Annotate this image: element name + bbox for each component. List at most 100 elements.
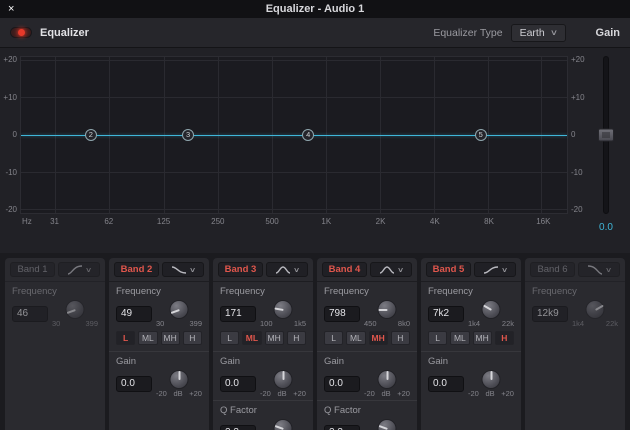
band-4-gain-knob[interactable] (378, 370, 397, 389)
chevron-down-icon: ∨ (501, 266, 508, 274)
band-5-panel: Band 5 ∨ Frequency 7k2 1k4 22k (421, 258, 521, 430)
eq-node-band-5[interactable]: 5 (475, 129, 487, 141)
band-5-enable-button[interactable]: Band 5 (426, 262, 471, 277)
close-icon[interactable]: × (0, 0, 22, 18)
q-factor-label: Q Factor (220, 405, 306, 416)
band-4-gain-value[interactable]: 0.0 (324, 376, 360, 392)
band-5-range-midhigh[interactable]: MH (473, 331, 492, 345)
output-gain-slider[interactable] (603, 56, 609, 214)
band-4-panel: Band 4 ∨ Frequency 798 450 8k0 (317, 258, 417, 430)
band-2-frequency-knob[interactable] (170, 300, 189, 319)
band-3-gain-knob[interactable] (274, 370, 293, 389)
band-1-shape-dropdown[interactable]: ∨ (58, 262, 100, 277)
band-4-frequency-value[interactable]: 798 (324, 306, 360, 322)
band-5-shape-dropdown[interactable]: ∨ (474, 262, 516, 277)
frequency-label: Frequency (12, 286, 98, 297)
band-3-frequency-value[interactable]: 171 (220, 306, 256, 322)
band-panels: Band 1 ∨ Frequency 46 30 399 (0, 253, 630, 430)
bell-icon (379, 265, 395, 275)
band-5-gain-knob[interactable] (482, 370, 501, 389)
eq-graph[interactable]: 2 3 4 5 (20, 56, 568, 214)
band-3-frequency-knob[interactable] (274, 300, 293, 319)
band-3-shape-dropdown[interactable]: ∨ (266, 262, 308, 277)
band-4-range-high[interactable]: H (391, 331, 410, 345)
equalizer-label: Equalizer (40, 27, 89, 39)
band-4-range-low[interactable]: L (324, 331, 343, 345)
frequency-label: Frequency (220, 286, 306, 297)
band-2-frequency-value[interactable]: 49 (116, 306, 152, 322)
band-4-range-midhigh[interactable]: MH (369, 331, 388, 345)
band-3-range-midhigh[interactable]: MH (265, 331, 284, 345)
power-led-icon (18, 29, 25, 36)
band-4-shape-dropdown[interactable]: ∨ (370, 262, 412, 277)
band-6-panel: Band 6 ∨ Frequency 12k9 1k4 22 (525, 258, 625, 430)
band-5-frequency-value[interactable]: 7k2 (428, 306, 464, 322)
chevron-down-icon: ∨ (550, 28, 558, 37)
band-3-q-knob[interactable] (274, 419, 293, 430)
band-1-frequency-knob[interactable] (66, 300, 85, 319)
band-6-enable-button[interactable]: Band 6 (530, 262, 575, 277)
band-5-frequency-knob[interactable] (482, 300, 501, 319)
band-2-panel: Band 2 ∨ Frequency 49 30 399 (109, 258, 209, 430)
band-2-range-midlow[interactable]: ML (138, 331, 157, 345)
band-3-panel: Band 3 ∨ Frequency 171 100 1k5 (213, 258, 313, 430)
output-gain-value: 0.0 (599, 222, 613, 233)
chevron-down-icon: ∨ (397, 266, 404, 274)
low-shelf-icon (171, 265, 187, 275)
band-2-shape-dropdown[interactable]: ∨ (162, 262, 204, 277)
band-3-gain-value[interactable]: 0.0 (220, 376, 256, 392)
band-4-frequency-knob[interactable] (378, 300, 397, 319)
band-3-range-midlow[interactable]: ML (242, 331, 261, 345)
band-2-range-low[interactable]: L (116, 331, 135, 345)
low-pass-icon (587, 265, 603, 275)
band-5-range-low[interactable]: L (428, 331, 447, 345)
q-factor-label: Q Factor (324, 405, 410, 416)
bell-icon (275, 265, 291, 275)
band-3-range-high[interactable]: H (287, 331, 306, 345)
band-2-gain-value[interactable]: 0.0 (116, 376, 152, 392)
band-5-range-high[interactable]: H (495, 331, 514, 345)
band-3-q-value[interactable]: 2.3 (220, 425, 256, 430)
equalizer-power-toggle[interactable] (10, 27, 32, 38)
band-5-gain-value[interactable]: 0.0 (428, 376, 464, 392)
header: Equalizer Equalizer Type Earth ∨ Gain (0, 18, 630, 48)
band-4-q-knob[interactable] (378, 419, 397, 430)
band-4-range-midlow[interactable]: ML (346, 331, 365, 345)
band-2-range-high[interactable]: H (183, 331, 202, 345)
band-5-range-midlow[interactable]: ML (450, 331, 469, 345)
band-1-frequency-value[interactable]: 46 (12, 306, 48, 322)
band-4-enable-button[interactable]: Band 4 (322, 262, 367, 277)
band-2-gain-knob[interactable] (170, 370, 189, 389)
frequency-label: Frequency (116, 286, 202, 297)
band-2-enable-button[interactable]: Band 2 (114, 262, 159, 277)
band-4-q-value[interactable]: 2.3 (324, 425, 360, 430)
frequency-label: Frequency (428, 286, 514, 297)
chevron-down-icon: ∨ (605, 266, 612, 274)
frequency-label: Frequency (532, 286, 618, 297)
band-3-enable-button[interactable]: Band 3 (218, 262, 263, 277)
output-gain-column: 0.0 (586, 56, 626, 233)
y-axis-labels-right: +20 +10 0 -10 -20 (568, 56, 586, 214)
gain-label: Gain (220, 356, 306, 367)
gain-label: Gain (324, 356, 410, 367)
band-6-shape-dropdown[interactable]: ∨ (578, 262, 620, 277)
gain-label: Gain (428, 356, 514, 367)
y-axis-labels-left: +20 +10 0 -10 -20 (2, 56, 20, 214)
high-pass-icon (67, 265, 83, 275)
band-1-panel: Band 1 ∨ Frequency 46 30 399 (5, 258, 105, 430)
eq-node-band-2[interactable]: 2 (85, 129, 97, 141)
window-title: Equalizer - Audio 1 (0, 3, 630, 15)
eq-node-band-3[interactable]: 3 (182, 129, 194, 141)
high-shelf-icon (483, 265, 499, 275)
equalizer-type-dropdown[interactable]: Earth ∨ (511, 24, 566, 42)
band-1-enable-button[interactable]: Band 1 (10, 262, 55, 277)
output-gain-slider-handle[interactable] (598, 129, 614, 142)
band-6-frequency-value[interactable]: 12k9 (532, 306, 568, 322)
equalizer-type-label: Equalizer Type (433, 27, 502, 39)
band-2-range-midhigh[interactable]: MH (161, 331, 180, 345)
band-3-range-low[interactable]: L (220, 331, 239, 345)
eq-node-band-4[interactable]: 4 (302, 129, 314, 141)
x-axis-labels: Hz 31 62 125 250 500 1K 2K 4K 8K 16K (20, 214, 568, 230)
chevron-down-icon: ∨ (85, 266, 92, 274)
band-6-frequency-knob[interactable] (586, 300, 605, 319)
